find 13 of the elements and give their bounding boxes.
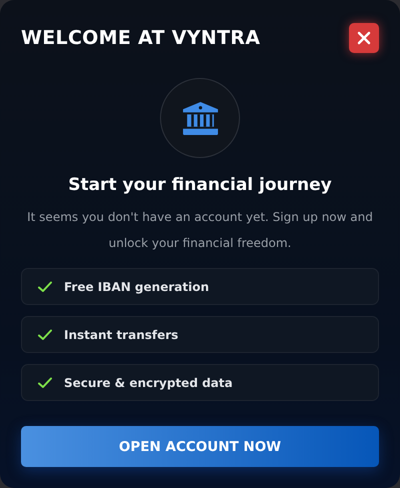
feature-label: Secure & encrypted data xyxy=(64,376,233,390)
dialog-title: WELCOME AT VYNTRA xyxy=(21,27,260,49)
check-icon xyxy=(38,376,52,388)
check-icon xyxy=(38,280,52,292)
description: It seems you don't have an account yet. Sign up now and unlock your financial freedom. xyxy=(26,209,374,252)
check-icon xyxy=(38,328,52,340)
heading: Start your financial journey xyxy=(67,175,333,195)
bank-icon xyxy=(182,100,218,136)
feature-label: Free IBAN generation xyxy=(64,280,209,294)
close-button[interactable] xyxy=(349,23,379,53)
feature-label: Instant transfers xyxy=(64,328,178,342)
close-icon xyxy=(357,31,371,45)
open-account-button[interactable]: OPEN ACCOUNT NOW xyxy=(21,426,379,467)
